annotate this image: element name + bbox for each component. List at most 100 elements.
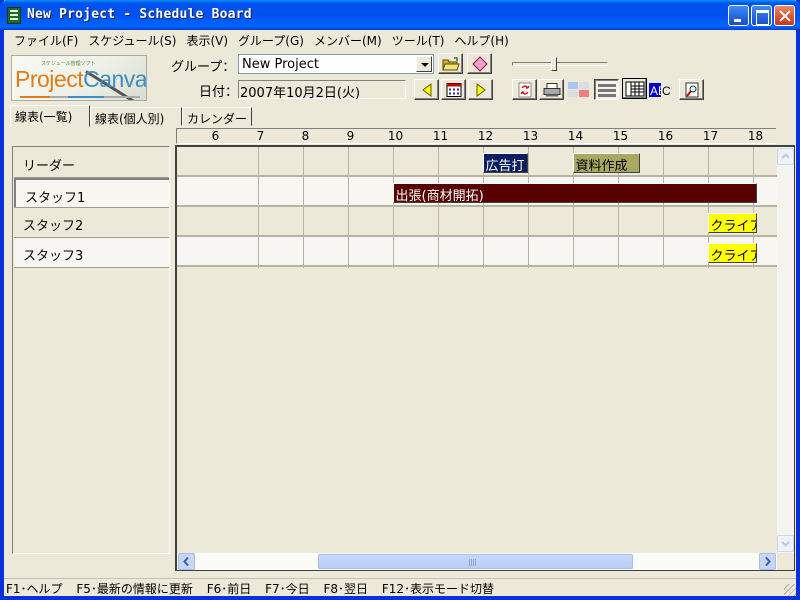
hour-gridline	[302, 147, 304, 268]
hour-label: 15	[612, 129, 629, 143]
grid-row[interactable]	[177, 147, 777, 177]
previous-day-button[interactable]	[414, 79, 439, 100]
hour-label: 16	[657, 129, 674, 143]
table-view-button[interactable]	[622, 78, 647, 99]
member-row[interactable]: スタッフ1	[14, 178, 169, 208]
list-view-button[interactable]	[594, 79, 619, 100]
search-button[interactable]	[679, 79, 704, 100]
schedule-grid-body: 広告打 資料作成出張(商材開拓) クライアント打クライアント打	[177, 147, 777, 553]
app-window: New Project - Schedule Board ファイル(F) スケジ…	[0, 0, 800, 600]
calendar-button[interactable]	[441, 79, 466, 100]
color-grid-button[interactable]	[566, 79, 591, 100]
status-f7-today: F7･今日	[265, 582, 310, 596]
group-label: グループ：	[171, 60, 236, 75]
grid-row[interactable]	[177, 237, 777, 267]
member-name: スタッフ3	[23, 249, 84, 264]
hour-label: 8	[301, 129, 310, 143]
hour-label: 9	[346, 129, 355, 143]
slider-thumb[interactable]	[551, 57, 557, 71]
tab-timeline-individual[interactable]: 線表(個人別)	[90, 107, 182, 126]
hour-label: 13	[522, 129, 539, 143]
tab-calendar[interactable]: カレンダー	[182, 107, 252, 126]
chevron-down-icon	[781, 541, 790, 547]
diamond-button[interactable]	[467, 53, 492, 74]
menu-file[interactable]: ファイル(F)	[10, 30, 84, 49]
print-button[interactable]	[539, 79, 564, 100]
grip-icon	[469, 559, 477, 566]
hour-gridline	[392, 147, 394, 268]
schedule-event[interactable]: 出張(商材開拓)	[392, 183, 757, 203]
hour-label: 18	[747, 129, 764, 143]
menu-help[interactable]: ヘルプ(H)	[450, 30, 514, 49]
menu-member[interactable]: メンバー(M)	[310, 30, 388, 49]
schedule-event[interactable]: 広告打	[482, 153, 528, 173]
resize-grip-icon[interactable]	[784, 584, 796, 596]
print-icon	[543, 82, 560, 96]
status-bar: F1･ヘルプ F5･最新の情報に更新 F6･前日 F7･今日 F8･翌日 F12…	[4, 578, 796, 596]
menu-bar: ファイル(F) スケジュール(S) 表示(V) グループ(G) メンバー(M) …	[4, 30, 796, 49]
zoom-slider[interactable]	[512, 57, 608, 71]
schedule-event[interactable]: 資料作成	[572, 153, 640, 173]
member-row[interactable]: リーダー	[14, 148, 169, 178]
member-row[interactable]: スタッフ2	[14, 208, 169, 238]
app-icon	[7, 7, 21, 24]
schedule-event[interactable]: クライアント打	[707, 243, 757, 263]
hour-label: 7	[256, 129, 265, 143]
window-title: New Project - Schedule Board	[27, 7, 252, 22]
horizontal-scrollbar[interactable]	[177, 553, 777, 570]
horizontal-scroll-thumb[interactable]	[318, 554, 633, 569]
hour-label: 6	[211, 129, 220, 143]
group-select[interactable]: New Project	[238, 54, 434, 74]
open-folder-icon	[441, 56, 460, 70]
status-f8-next-day: F8･翌日	[323, 582, 369, 596]
hour-label: 12	[477, 129, 494, 143]
svg-text:C: C	[662, 84, 671, 97]
minimize-button[interactable]	[728, 5, 749, 26]
status-f12-toggle-mode: F12･表示モード切替	[381, 582, 495, 596]
hour-label: 14	[567, 129, 584, 143]
grid-row[interactable]	[177, 207, 777, 237]
hour-label: 17	[702, 129, 719, 143]
scroll-left-button[interactable]	[178, 553, 195, 570]
menu-group[interactable]: グループ(G)	[234, 30, 310, 49]
refresh-button[interactable]	[512, 79, 537, 100]
chevron-right-icon	[765, 556, 771, 567]
chevron-down-icon[interactable]	[416, 56, 432, 72]
hour-gridline	[257, 147, 259, 268]
hour-gridline	[347, 147, 349, 268]
date-field[interactable]: 2007年10月2日(火)	[238, 80, 406, 101]
date-label: 日付：	[199, 85, 239, 100]
scroll-right-button[interactable]	[759, 553, 776, 570]
status-f5-refresh: F5･最新の情報に更新	[76, 582, 193, 596]
menu-tools[interactable]: ツール(T)	[388, 30, 451, 49]
group-select-value: New Project	[242, 57, 319, 72]
member-list: リーダー スタッフ1 スタッフ2 スタッフ3	[12, 146, 170, 554]
schedule-grid: 広告打 資料作成出張(商材開拓) クライアント打クライアント打	[175, 145, 795, 571]
search-icon	[685, 82, 698, 97]
table-view-icon	[625, 81, 644, 96]
hour-label: 11	[432, 129, 449, 143]
maximize-button[interactable]	[751, 5, 772, 26]
logo-lines	[20, 96, 140, 98]
next-day-button[interactable]	[468, 79, 493, 100]
close-button[interactable]	[774, 5, 795, 26]
tab-timeline-all[interactable]: 線表(一覧)	[10, 105, 90, 127]
scroll-up-button[interactable]	[777, 148, 794, 165]
status-f1-help: F1･ヘルプ	[6, 582, 63, 596]
menu-schedule[interactable]: スケジュール(S)	[84, 30, 182, 49]
title-bar[interactable]: New Project - Schedule Board	[0, 0, 800, 30]
chevron-up-icon	[781, 153, 790, 159]
previous-day-icon	[421, 82, 431, 97]
scroll-down-button[interactable]	[777, 535, 794, 552]
logo-text: ProjectCanvas	[15, 66, 146, 93]
date-value: 2007年10月2日(火)	[240, 86, 361, 101]
member-row[interactable]: スタッフ3	[14, 238, 169, 268]
schedule-event[interactable]: クライアント打	[707, 213, 757, 233]
member-name: スタッフ1	[25, 191, 86, 206]
vertical-scrollbar[interactable]	[777, 147, 794, 553]
project-canvas-logo: スケジュール管理ソフト ProjectCanvas	[11, 55, 147, 101]
open-button[interactable]	[438, 53, 463, 74]
time-header: 6 7 8 9 10 11 12 13 14 15 16 17 18	[176, 128, 776, 144]
menu-view[interactable]: 表示(V)	[182, 30, 234, 49]
text-style-button[interactable]: AB C	[648, 79, 673, 100]
